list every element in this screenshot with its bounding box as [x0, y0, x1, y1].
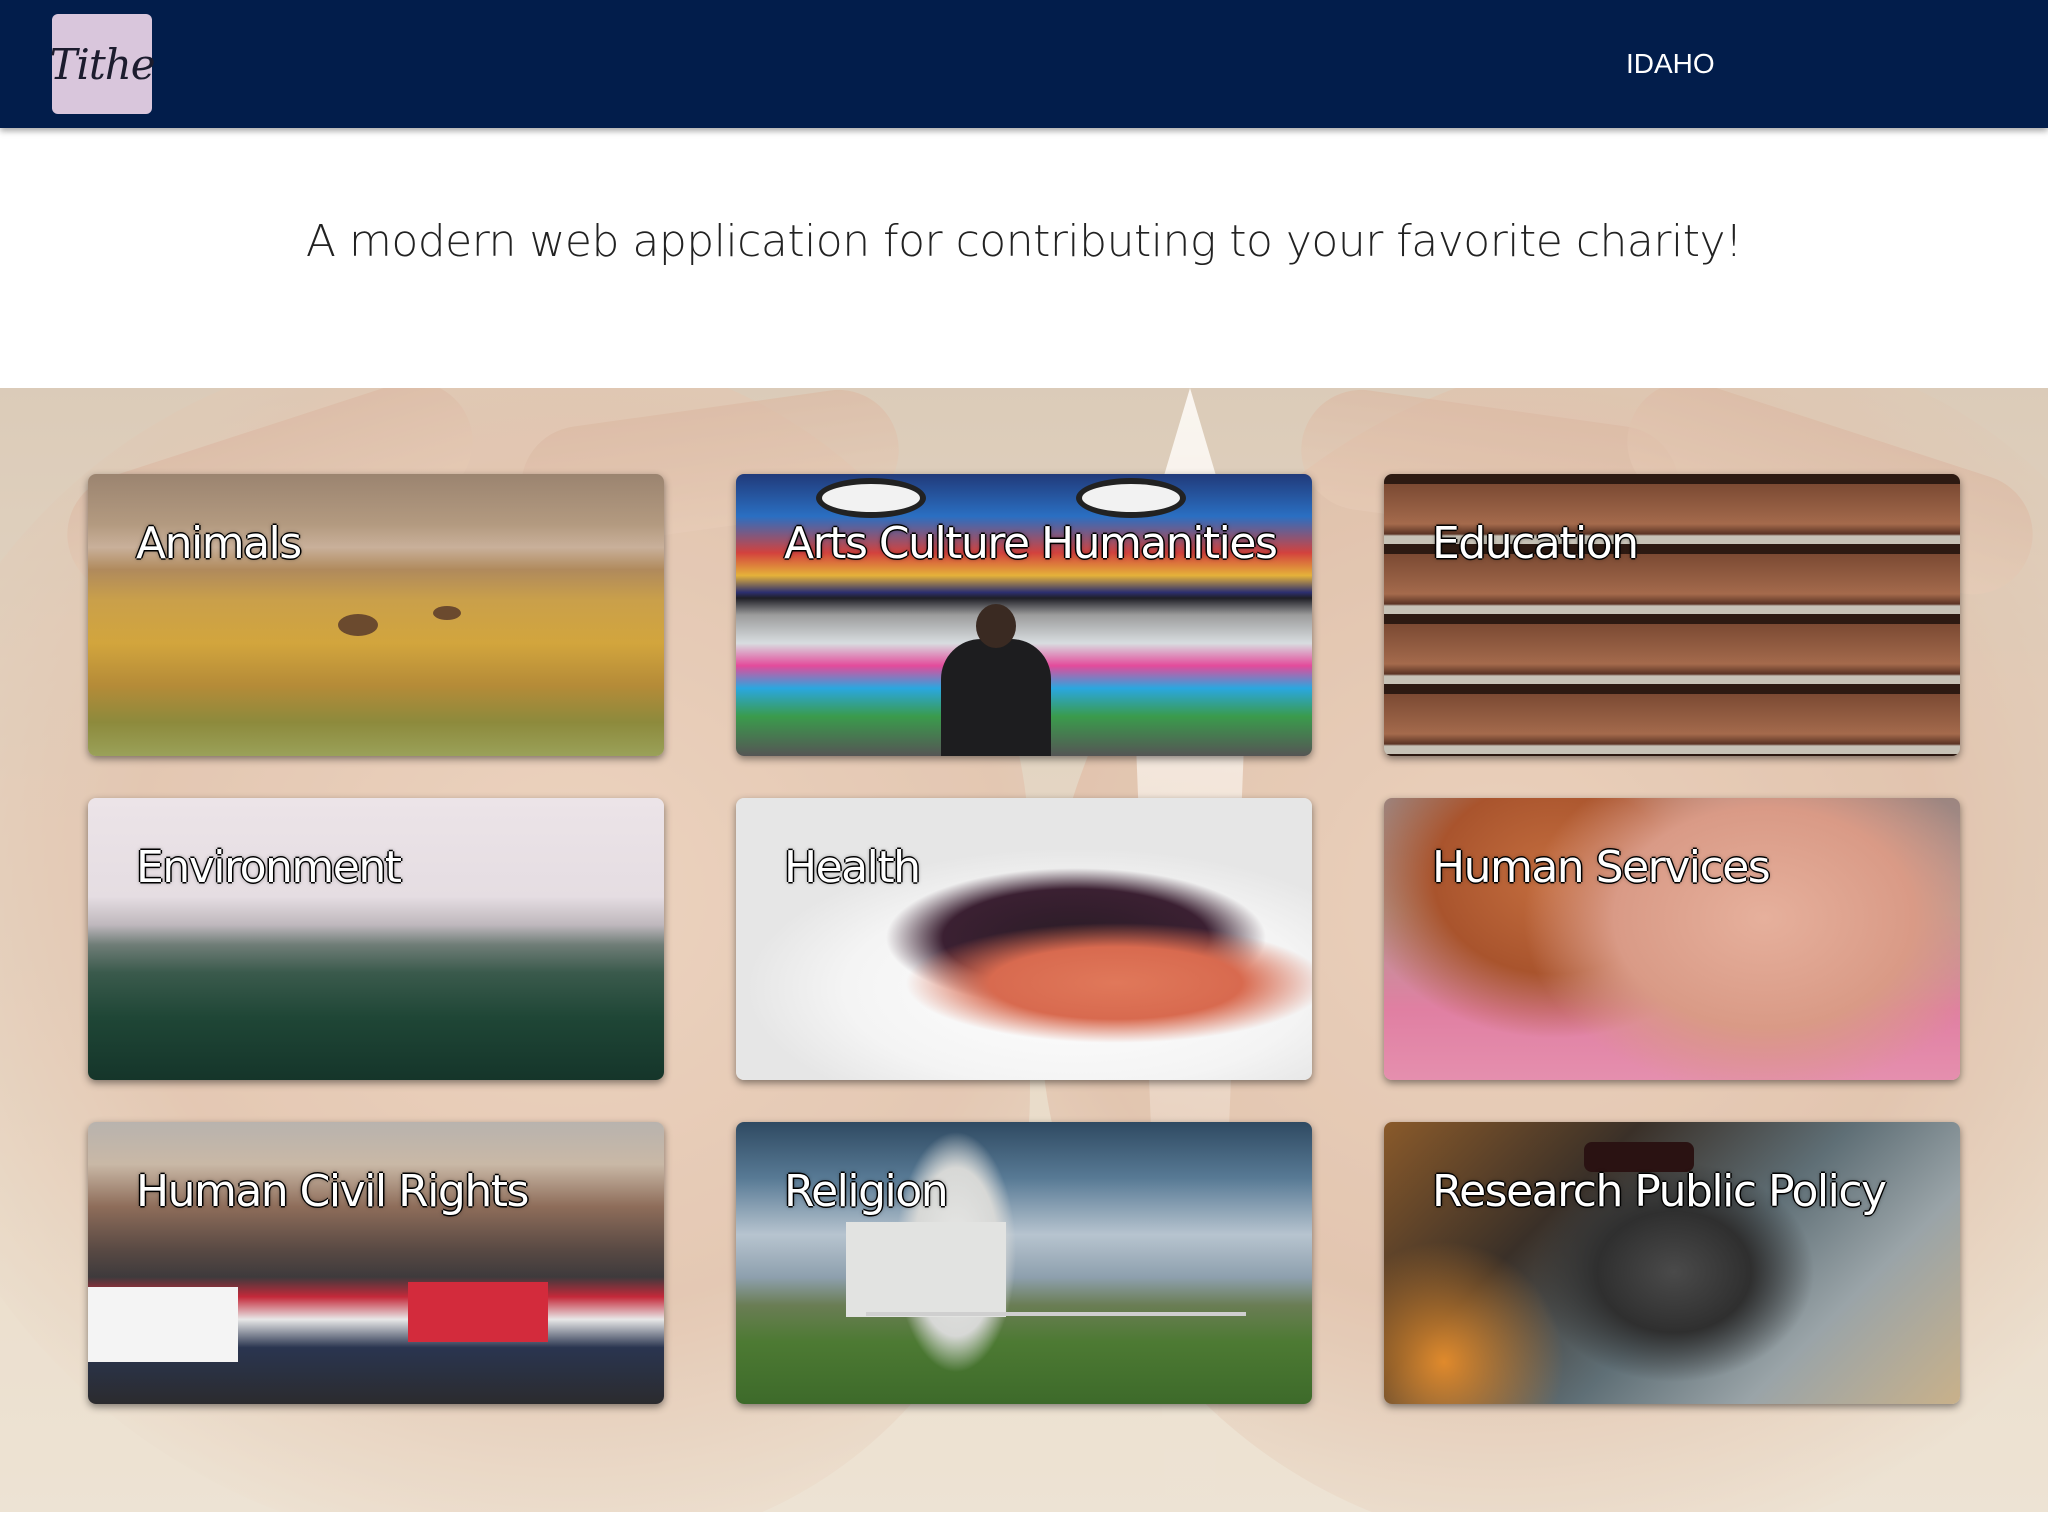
tithe-logo[interactable]: Tithe: [49, 14, 156, 114]
category-card-research-public-policy[interactable]: Research Public Policy: [1384, 1122, 1960, 1404]
person-head: [976, 604, 1016, 648]
category-card-education[interactable]: Education: [1384, 474, 1960, 756]
mural-eye-right: [1076, 478, 1186, 518]
category-card-human-services[interactable]: Human Services: [1384, 798, 1960, 1080]
top-navbar: Tithe IDAHO: [0, 0, 2048, 128]
category-label: Animals: [136, 518, 302, 569]
protest-banner: [88, 1287, 238, 1362]
category-card-health[interactable]: Health: [736, 798, 1312, 1080]
page-tagline: A modern web application for contributin…: [305, 216, 1743, 267]
category-label: Human Services: [1432, 842, 1771, 893]
protest-banner: [408, 1282, 548, 1342]
deer-shape: [433, 606, 461, 620]
state-selector-link[interactable]: IDAHO: [1626, 48, 1715, 80]
category-card-religion[interactable]: Religion: [736, 1122, 1312, 1404]
church-body: [846, 1222, 1006, 1317]
category-card-animals[interactable]: Animals: [88, 474, 664, 756]
mural-eye-left: [816, 478, 926, 518]
category-card-environment[interactable]: Environment: [88, 798, 664, 1080]
category-label: Education: [1432, 518, 1639, 569]
fence-rail: [866, 1312, 1246, 1316]
person-silhouette: [941, 639, 1051, 756]
category-card-arts-culture-humanities[interactable]: Arts Culture Humanities: [736, 474, 1312, 756]
category-label: Research Public Policy: [1432, 1166, 1887, 1217]
category-label: Religion: [784, 1166, 949, 1217]
category-label: Human Civil Rights: [136, 1166, 529, 1217]
category-card-human-civil-rights[interactable]: Human Civil Rights: [88, 1122, 664, 1404]
category-label: Environment: [136, 842, 402, 893]
category-label: Health: [784, 842, 921, 893]
hands-background: Animals Arts Culture Humanities Educatio…: [0, 388, 2048, 1512]
deer-shape: [338, 614, 378, 636]
category-label: Arts Culture Humanities: [784, 518, 1278, 569]
